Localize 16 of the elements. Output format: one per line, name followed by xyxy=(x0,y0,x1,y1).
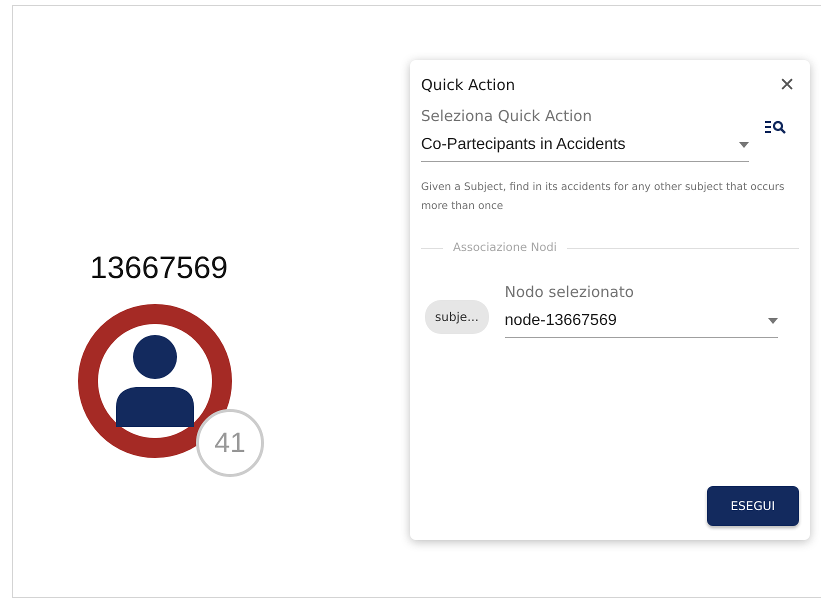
action-select[interactable]: Co-Partecipants in Accidents xyxy=(421,131,749,162)
caret-icon xyxy=(739,142,749,148)
panel-title: Quick Action xyxy=(421,75,516,96)
node-select[interactable]: node-13667569 xyxy=(504,307,778,338)
run-button[interactable]: ESEGUI xyxy=(706,486,799,526)
field-label: Nodo selezionato xyxy=(504,282,635,303)
caret-icon xyxy=(768,318,778,324)
person-icon xyxy=(116,335,194,427)
count-badge: 41 xyxy=(196,409,264,477)
close-button[interactable]: ✕ xyxy=(775,76,799,95)
node-label: 13667569 xyxy=(90,252,229,283)
section-label: Associazione Nodi xyxy=(453,239,557,256)
search-list-icon[interactable] xyxy=(765,120,787,134)
subject-chip: subje... xyxy=(425,300,489,334)
field-label: Seleziona Quick Action xyxy=(421,106,593,126)
description-text: Given a Subject, find in its accidents for any other subject that occurs more than once xyxy=(421,180,786,214)
